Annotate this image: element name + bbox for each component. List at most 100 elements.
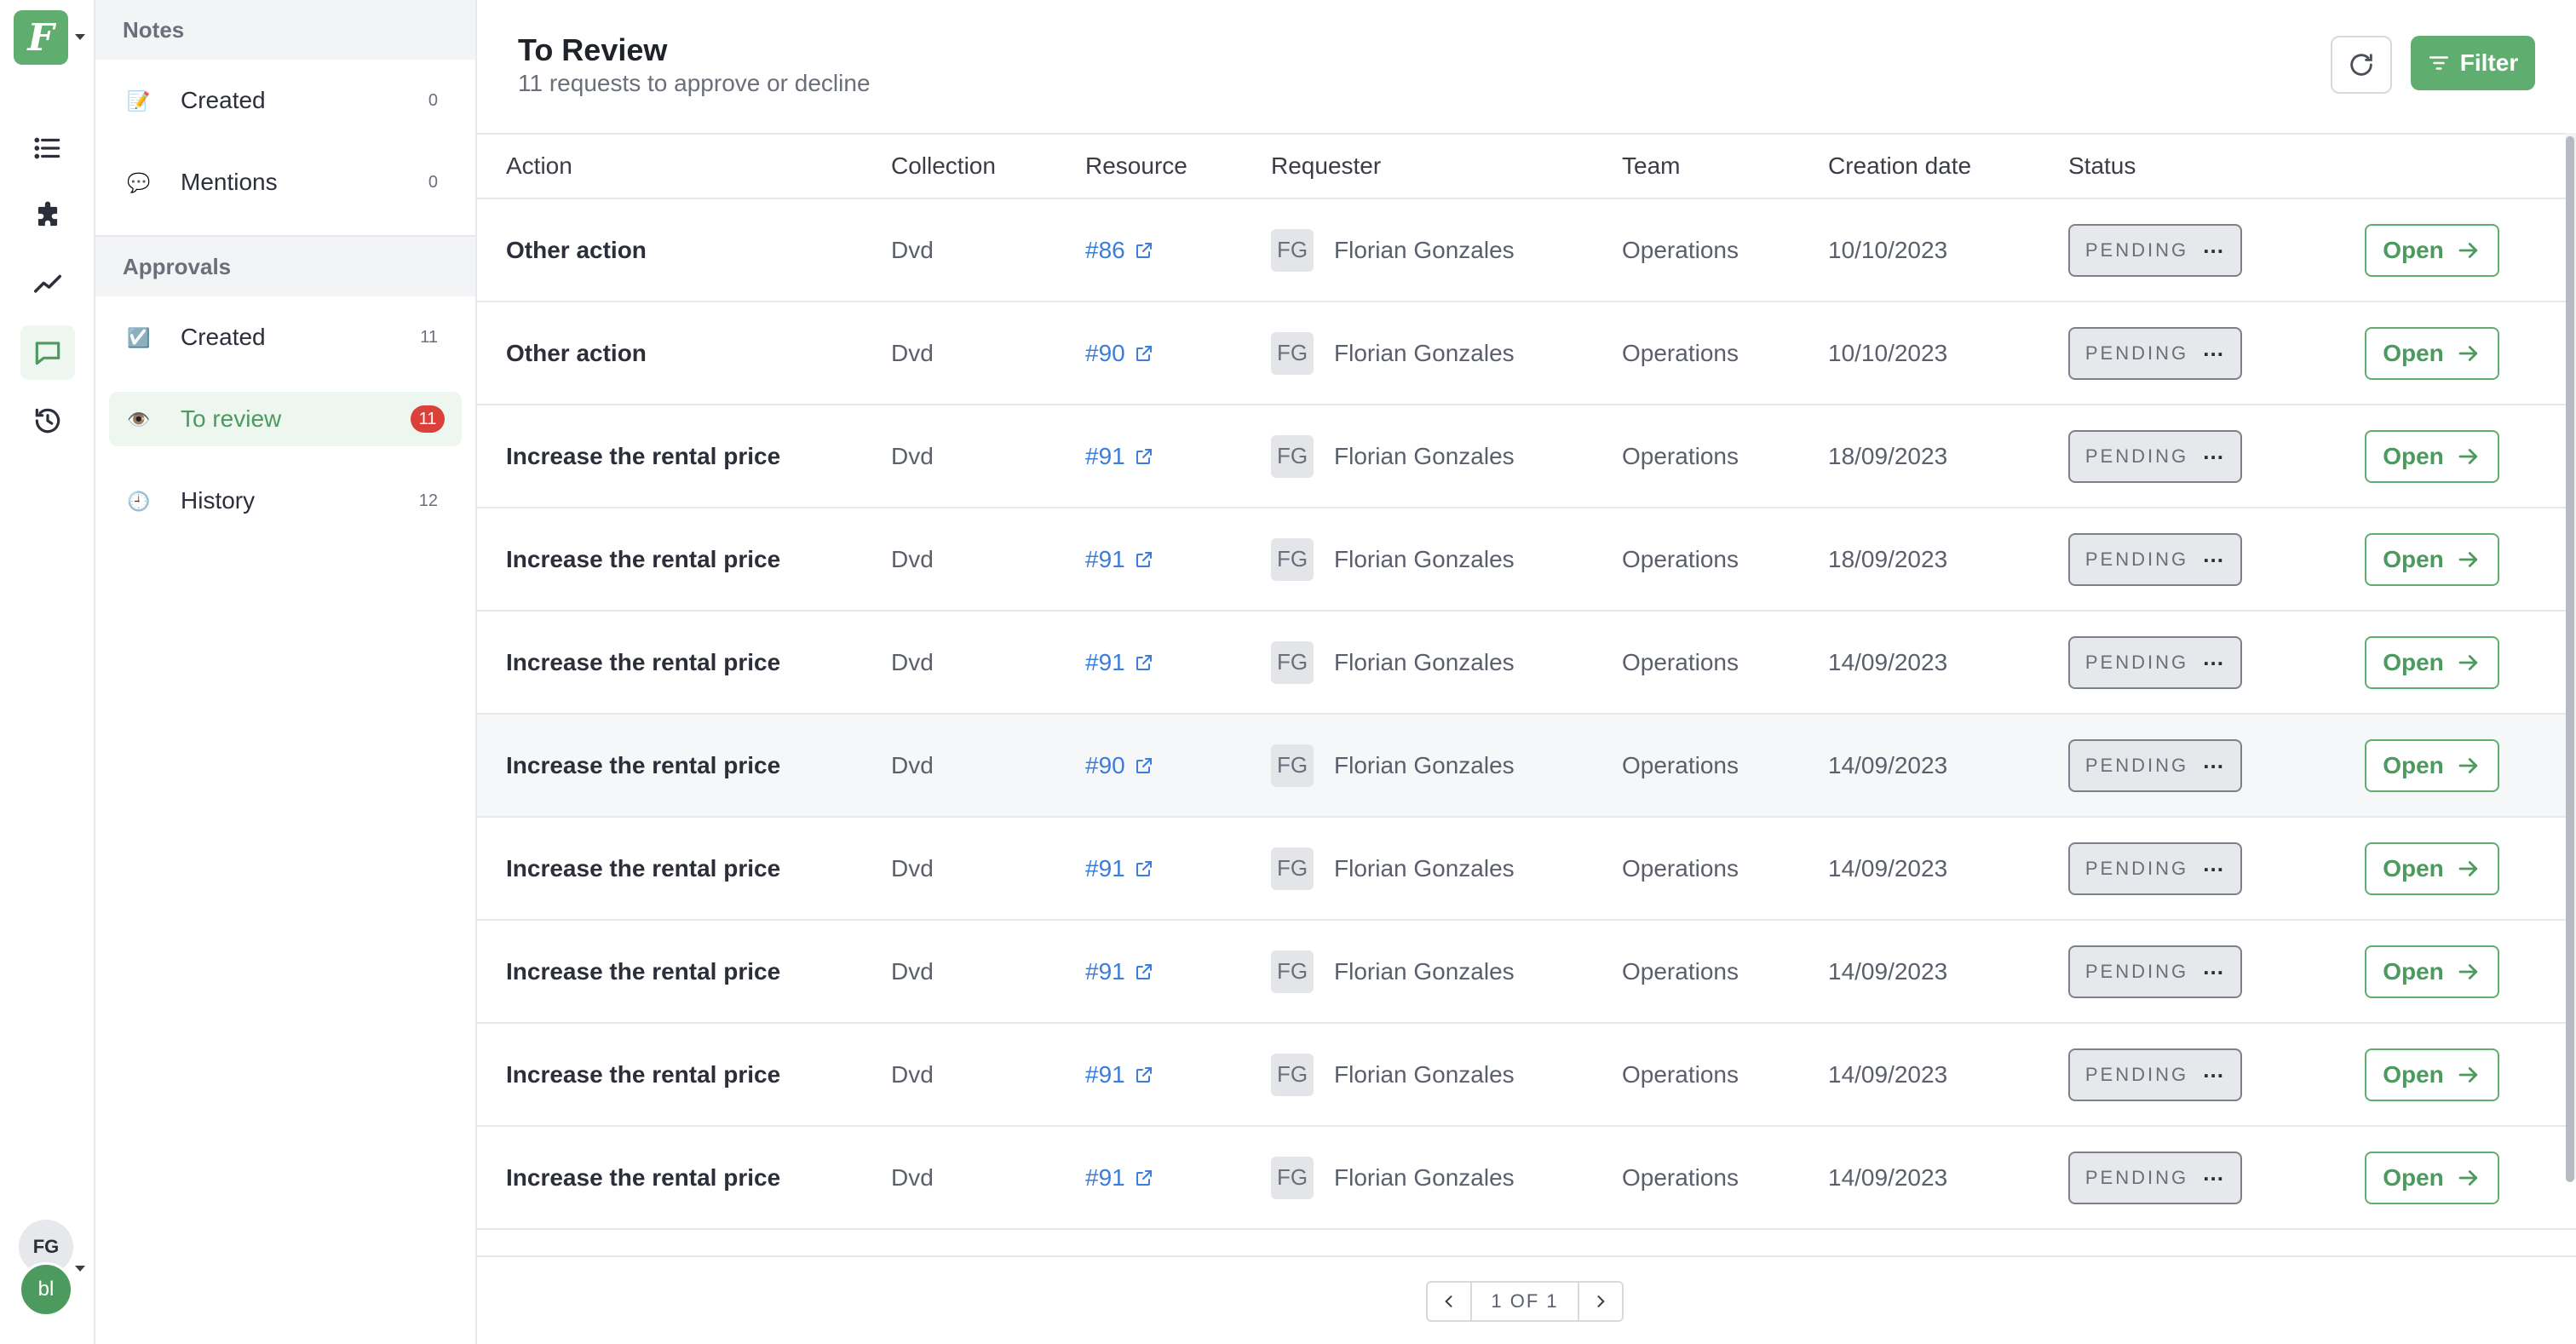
filter-button[interactable]: Filter <box>2411 36 2535 90</box>
status-badge[interactable]: PENDING … <box>2068 1048 2242 1101</box>
workspace-avatar[interactable]: bl <box>19 1262 73 1317</box>
table-row[interactable]: Other action Dvd #86 FG Florian Gonzales… <box>477 199 2576 302</box>
sidebar-item-mentions[interactable]: 💬 Mentions 0 <box>109 155 462 210</box>
column-header-collection[interactable]: Collection <box>891 152 996 180</box>
scrollbar-thumb[interactable] <box>2566 136 2574 1182</box>
table-row[interactable]: Increase the rental price Dvd #91 FG Flo… <box>477 508 2576 612</box>
collaboration-sidebar: Notes 📝 Created 0 💬 Mentions 0 Approvals… <box>95 0 477 1344</box>
status-badge[interactable]: PENDING … <box>2068 223 2242 277</box>
sidebar-item-approvals-created[interactable]: ☑️ Created 11 <box>109 310 462 365</box>
column-header-action[interactable]: Action <box>506 152 572 180</box>
table-row[interactable]: Increase the rental price Dvd #91 FG Flo… <box>477 921 2576 1024</box>
row-collection: Dvd <box>891 751 934 778</box>
chat-icon[interactable] <box>20 325 75 380</box>
next-page-button[interactable] <box>1579 1283 1622 1320</box>
row-resource-link[interactable]: #91 <box>1085 1164 1154 1192</box>
requester-name: Florian Gonzales <box>1334 648 1515 675</box>
row-status[interactable]: PENDING … <box>2068 326 2242 380</box>
refresh-button[interactable] <box>2331 36 2392 94</box>
column-header-requester[interactable]: Requester <box>1271 152 1381 180</box>
row-resource-link[interactable]: #90 <box>1085 752 1154 779</box>
open-request-button[interactable]: Open <box>2365 429 2499 483</box>
open-request-button[interactable]: Open <box>2365 326 2499 380</box>
history-icon[interactable] <box>20 393 75 448</box>
more-options-icon[interactable]: … <box>2202 851 2225 877</box>
table-row[interactable]: Increase the rental price Dvd #91 FG Flo… <box>477 1127 2576 1230</box>
status-badge[interactable]: PENDING … <box>2068 635 2242 689</box>
column-header-creation-date[interactable]: Creation date <box>1828 152 1971 180</box>
row-resource-link[interactable]: #91 <box>1085 443 1154 470</box>
open-request-button[interactable]: Open <box>2365 635 2499 689</box>
row-requester: FG Florian Gonzales <box>1271 744 1515 787</box>
sidebar-item-notes-created[interactable]: 📝 Created 0 <box>109 73 462 128</box>
status-badge[interactable]: PENDING … <box>2068 326 2242 380</box>
column-header-resource[interactable]: Resource <box>1085 152 1187 180</box>
requester-avatar: FG <box>1271 640 1314 684</box>
row-resource-link[interactable]: #86 <box>1085 237 1154 264</box>
row-status[interactable]: PENDING … <box>2068 1151 2242 1204</box>
row-status[interactable]: PENDING … <box>2068 945 2242 998</box>
table-scrollbar[interactable] <box>2566 133 2576 1182</box>
arrow-right-icon <box>2458 1066 2477 1083</box>
list-icon[interactable] <box>20 121 75 175</box>
more-options-icon[interactable]: … <box>2202 233 2225 259</box>
more-options-icon[interactable]: … <box>2202 748 2225 774</box>
more-options-icon[interactable]: … <box>2202 1057 2225 1083</box>
row-resource-link[interactable]: #91 <box>1085 649 1154 676</box>
row-resource-link[interactable]: #91 <box>1085 855 1154 882</box>
puzzle-icon[interactable] <box>20 189 75 244</box>
more-options-icon[interactable]: … <box>2202 954 2225 980</box>
account-caret-icon[interactable] <box>75 1266 85 1272</box>
column-header-team[interactable]: Team <box>1622 152 1680 180</box>
open-request-button[interactable]: Open <box>2365 1151 2499 1204</box>
row-requester: FG Florian Gonzales <box>1271 640 1515 684</box>
row-resource-link[interactable]: #91 <box>1085 546 1154 573</box>
status-badge[interactable]: PENDING … <box>2068 532 2242 586</box>
sidebar-item-to-review[interactable]: 👁️ To review 11 <box>109 392 462 446</box>
more-options-icon[interactable]: … <box>2202 439 2225 465</box>
row-status[interactable]: PENDING … <box>2068 841 2242 895</box>
status-badge[interactable]: PENDING … <box>2068 945 2242 998</box>
open-request-button[interactable]: Open <box>2365 945 2499 998</box>
workspace-caret-icon[interactable] <box>75 34 85 40</box>
requester-avatar: FG <box>1271 744 1314 787</box>
row-requester: FG Florian Gonzales <box>1271 1156 1515 1199</box>
row-resource-link[interactable]: #91 <box>1085 958 1154 985</box>
table-row[interactable]: Increase the rental price Dvd #91 FG Flo… <box>477 818 2576 921</box>
row-status[interactable]: PENDING … <box>2068 635 2242 689</box>
row-status[interactable]: PENDING … <box>2068 1048 2242 1101</box>
status-badge[interactable]: PENDING … <box>2068 1151 2242 1204</box>
requester-avatar: FG <box>1271 1053 1314 1096</box>
chart-line-icon[interactable] <box>20 257 75 312</box>
row-status[interactable]: PENDING … <box>2068 223 2242 277</box>
row-status[interactable]: PENDING … <box>2068 532 2242 586</box>
row-status[interactable]: PENDING … <box>2068 429 2242 483</box>
open-request-button[interactable]: Open <box>2365 532 2499 586</box>
table-row[interactable]: Increase the rental price Dvd #91 FG Flo… <box>477 405 2576 508</box>
logo-button[interactable]: F <box>14 10 68 65</box>
external-link-icon <box>1136 448 1152 464</box>
more-options-icon[interactable]: … <box>2202 542 2225 568</box>
column-header-status[interactable]: Status <box>2068 152 2136 180</box>
open-request-button[interactable]: Open <box>2365 223 2499 277</box>
status-badge[interactable]: PENDING … <box>2068 429 2242 483</box>
table-row[interactable]: Other action Dvd #90 FG Florian Gonzales… <box>477 302 2576 405</box>
sidebar-item-label: History <box>181 487 256 514</box>
row-resource-link[interactable]: #91 <box>1085 1061 1154 1088</box>
more-options-icon[interactable]: … <box>2202 336 2225 362</box>
sidebar-item-history[interactable]: 🕘 History 12 <box>109 474 462 528</box>
open-request-button[interactable]: Open <box>2365 841 2499 895</box>
requester-avatar: FG <box>1271 847 1314 890</box>
table-row[interactable]: Increase the rental price Dvd #91 FG Flo… <box>477 1024 2576 1127</box>
status-badge[interactable]: PENDING … <box>2068 738 2242 792</box>
open-request-button[interactable]: Open <box>2365 738 2499 792</box>
row-status[interactable]: PENDING … <box>2068 738 2242 792</box>
row-resource-link[interactable]: #90 <box>1085 340 1154 367</box>
table-row[interactable]: Increase the rental price Dvd #90 FG Flo… <box>477 715 2576 818</box>
open-request-button[interactable]: Open <box>2365 1048 2499 1101</box>
more-options-icon[interactable]: … <box>2202 1160 2225 1186</box>
previous-page-button[interactable] <box>1428 1283 1470 1320</box>
status-badge[interactable]: PENDING … <box>2068 841 2242 895</box>
more-options-icon[interactable]: … <box>2202 645 2225 671</box>
table-row[interactable]: Increase the rental price Dvd #91 FG Flo… <box>477 612 2576 715</box>
